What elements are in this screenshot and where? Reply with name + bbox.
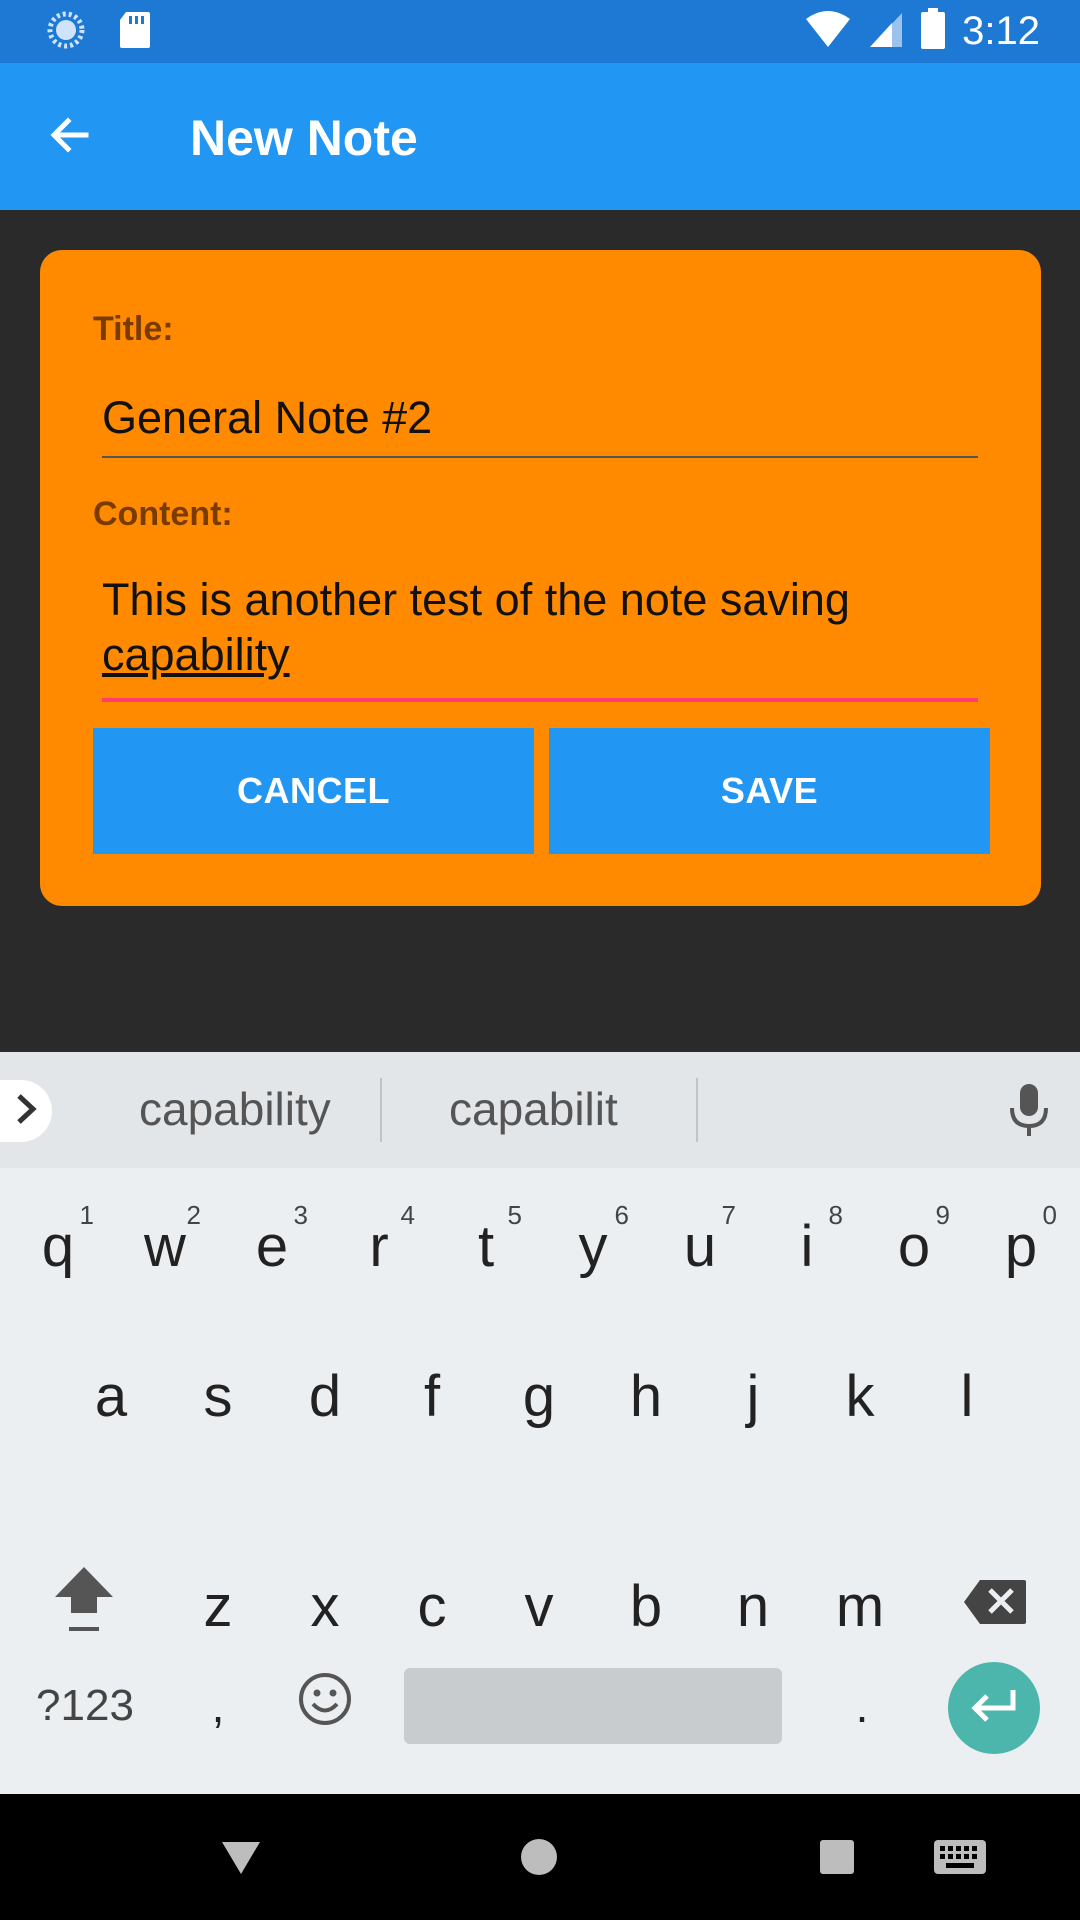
recents-square-icon[interactable] bbox=[814, 1834, 860, 1885]
chevron-right-icon bbox=[13, 1092, 39, 1131]
key-c[interactable]: c bbox=[382, 1546, 482, 1666]
key-r[interactable]: r4 bbox=[329, 1186, 429, 1306]
key-u[interactable]: u7 bbox=[650, 1186, 750, 1306]
microphone-icon[interactable] bbox=[1005, 1082, 1053, 1143]
key-n[interactable]: n bbox=[703, 1546, 803, 1666]
shift-arrow-icon bbox=[51, 1563, 117, 1649]
suggestion-strip: capability capabilit bbox=[0, 1052, 1080, 1168]
arrow-left-icon bbox=[46, 111, 94, 164]
content-composing-word: capability bbox=[102, 629, 290, 680]
app-bar: New Note bbox=[0, 63, 1080, 210]
title-input[interactable]: General Note #2 bbox=[102, 388, 978, 458]
key-q[interactable]: q1 bbox=[8, 1186, 108, 1306]
content-input[interactable]: This is another test of the note saving … bbox=[102, 572, 978, 702]
content-input-value: This is another test of the note saving bbox=[102, 574, 850, 625]
enter-arrow-icon bbox=[969, 1688, 1019, 1729]
key-letter: w bbox=[144, 1213, 186, 1279]
backspace-icon bbox=[962, 1573, 1028, 1640]
key-g[interactable]: g bbox=[489, 1336, 589, 1456]
key-k[interactable]: k bbox=[810, 1336, 910, 1456]
key-z[interactable]: z bbox=[168, 1546, 268, 1666]
key-letter: q bbox=[41, 1213, 75, 1279]
title-label: Title: bbox=[93, 310, 174, 348]
key-number-hint: 4 bbox=[400, 1200, 415, 1230]
key-s[interactable]: s bbox=[168, 1336, 268, 1456]
key-letter: o bbox=[897, 1213, 931, 1279]
key-v[interactable]: v bbox=[489, 1546, 589, 1666]
home-circle-icon[interactable] bbox=[516, 1834, 562, 1885]
key-number-hint: 1 bbox=[79, 1200, 94, 1230]
soft-keyboard: capability capabilit ?123 , . q 1 w 2 e … bbox=[0, 1052, 1080, 1794]
sd-card-icon bbox=[118, 10, 152, 55]
key-number-hint: 2 bbox=[186, 1200, 201, 1230]
cancel-button[interactable]: CANCEL bbox=[93, 728, 534, 854]
key-number-hint: 7 bbox=[721, 1200, 736, 1230]
key-w[interactable]: w2 bbox=[115, 1186, 215, 1306]
key-letter: e bbox=[255, 1213, 289, 1279]
back-triangle-icon[interactable] bbox=[218, 1834, 264, 1885]
key-y[interactable]: y6 bbox=[543, 1186, 643, 1306]
status-bar: 3:12 bbox=[0, 0, 1080, 63]
suggestion-divider bbox=[380, 1078, 382, 1142]
enter-key[interactable] bbox=[948, 1662, 1040, 1754]
symbols-key[interactable]: ?123 bbox=[35, 1646, 135, 1766]
key-p[interactable]: p0 bbox=[971, 1186, 1071, 1306]
expand-suggestions-button[interactable] bbox=[0, 1080, 52, 1142]
key-number-hint: 0 bbox=[1042, 1200, 1057, 1230]
key-i[interactable]: i8 bbox=[757, 1186, 857, 1306]
key-h[interactable]: h bbox=[596, 1336, 696, 1456]
key-a[interactable]: a bbox=[61, 1336, 161, 1456]
content-label: Content: bbox=[93, 495, 233, 533]
suggestion-divider bbox=[696, 1078, 698, 1142]
key-letter: t bbox=[477, 1213, 495, 1279]
key-letter: u bbox=[683, 1213, 717, 1279]
key-l[interactable]: l bbox=[917, 1336, 1017, 1456]
back-button[interactable] bbox=[40, 107, 100, 167]
keyboard-icon[interactable] bbox=[932, 1834, 988, 1885]
key-letter: r bbox=[369, 1213, 389, 1279]
space-key[interactable] bbox=[404, 1668, 782, 1744]
key-number-hint: 8 bbox=[828, 1200, 843, 1230]
system-nav-bar bbox=[0, 1794, 1080, 1920]
key-number-hint: 6 bbox=[614, 1200, 629, 1230]
page-title: New Note bbox=[190, 110, 418, 166]
sync-icon bbox=[46, 10, 86, 55]
suggestion-1[interactable]: capability bbox=[139, 1082, 331, 1136]
key-letter: p bbox=[1004, 1213, 1038, 1279]
key-letter: i bbox=[800, 1213, 814, 1279]
title-input-value: General Note #2 bbox=[102, 392, 433, 443]
smiley-icon bbox=[297, 1671, 353, 1741]
key-b[interactable]: b bbox=[596, 1546, 696, 1666]
key-e[interactable]: e3 bbox=[222, 1186, 322, 1306]
key-number-hint: 5 bbox=[507, 1200, 522, 1230]
key-number-hint: 9 bbox=[935, 1200, 950, 1230]
key-f[interactable]: f bbox=[382, 1336, 482, 1456]
suggestion-2[interactable]: capabilit bbox=[449, 1082, 618, 1136]
key-o[interactable]: o9 bbox=[864, 1186, 964, 1306]
key-t[interactable]: t5 bbox=[436, 1186, 536, 1306]
wifi-icon bbox=[804, 9, 852, 54]
note-form-card: Title: General Note #2 Content: This is … bbox=[40, 250, 1041, 906]
status-time: 3:12 bbox=[962, 9, 1040, 53]
key-j[interactable]: j bbox=[703, 1336, 803, 1456]
backspace-key[interactable] bbox=[945, 1546, 1045, 1666]
battery-icon bbox=[920, 8, 946, 55]
save-button[interactable]: SAVE bbox=[549, 728, 990, 854]
key-d[interactable]: d bbox=[275, 1336, 375, 1456]
signal-icon bbox=[868, 9, 904, 54]
key-m[interactable]: m bbox=[810, 1546, 910, 1666]
key-letter: y bbox=[578, 1213, 608, 1279]
key-x[interactable]: x bbox=[275, 1546, 375, 1666]
key-number-hint: 3 bbox=[293, 1200, 308, 1230]
